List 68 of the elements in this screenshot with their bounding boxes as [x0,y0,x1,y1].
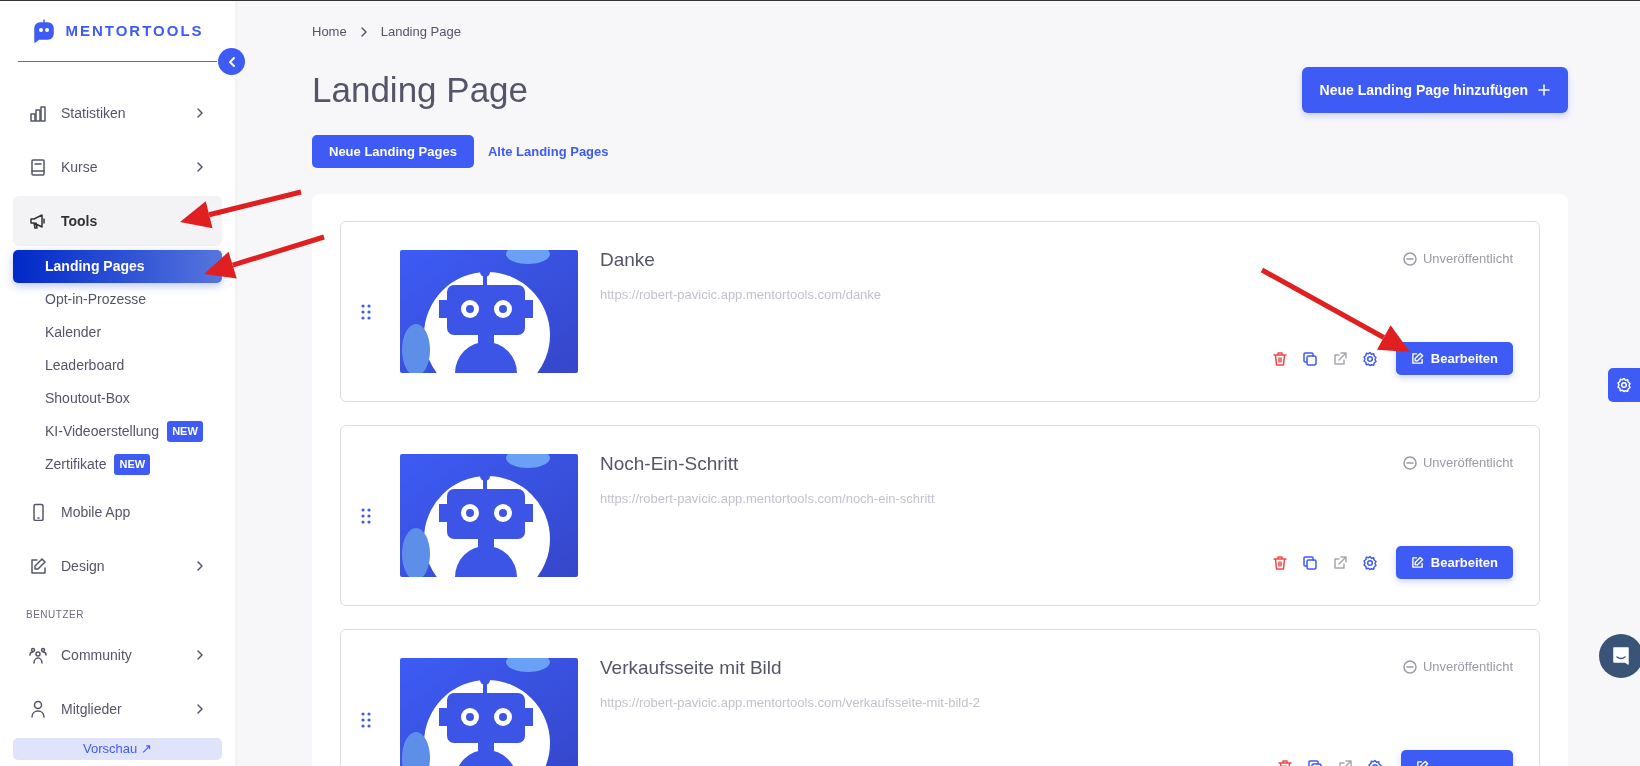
sidebar-subitem[interactable]: Landing Pages [13,250,222,283]
sidebar-item[interactable]: Statistiken [13,88,222,138]
settings-button[interactable] [1361,350,1378,367]
external-link-icon [1331,554,1348,571]
sidebar-subitem[interactable]: Shoutout-Box [13,382,222,415]
drag-handle-icon[interactable] [361,507,371,524]
status-label: Unveröffentlicht [1422,658,1513,676]
sidebar-subitem[interactable]: Kalender [13,316,222,349]
landing-page-url: https://robert-pavicic.app.mentortools.com/danke [600,285,883,304]
chevron-right-icon [358,26,369,38]
breadcrumb-item[interactable]: Home [312,22,347,42]
megaphone-icon [29,212,47,230]
sidebar-subitem[interactable]: Opt-in-Prozesse [13,283,222,316]
duplicate-button[interactable] [1301,554,1318,571]
add-landing-page-button[interactable]: Neue Landing Page hinzufügen [1301,67,1568,113]
status-label: Unveröffentlicht [1422,250,1513,268]
settings-icon [1616,377,1632,393]
sidebar-item[interactable]: Design [13,541,222,591]
edit-button[interactable]: Bearbeiten [1395,546,1513,579]
tab[interactable]: Neue Landing Pages [312,135,474,168]
brand-name: MENTORTOOLS [65,20,204,41]
user-icon [29,700,47,718]
landing-page-title: Danke [600,249,656,272]
bar-chart-icon [29,104,47,122]
page-title: Landing Page [312,69,529,111]
settings-icon [1361,350,1378,367]
landing-page-url: https://robert-pavicic.app.mentortools.com/verkaufsseite-mit-bild-2 [600,693,982,712]
sidebar-subitem[interactable]: Zertifikate NEW [13,448,222,481]
copy-icon [1301,554,1318,571]
preview-button[interactable]: Vorschau ↗ [13,738,222,760]
trash-icon [1271,554,1288,571]
settings-icon [1361,554,1378,571]
users-icon [29,646,47,664]
landing-page-title: Verkaufsseite mit Bild [600,657,783,680]
drag-handle-icon[interactable] [361,303,371,320]
drag-handle-icon[interactable] [361,711,371,728]
sidebar-item[interactable]: Tools [13,196,222,246]
collapse-sidebar-button[interactable] [218,48,245,75]
sidebar-item[interactable]: Community [13,630,222,680]
settings-tab-button[interactable] [1608,368,1640,402]
status-label: Unveröffentlicht [1422,454,1513,472]
copy-icon [1301,350,1318,367]
new-badge: NEW [167,421,203,442]
section-label: BENUTZER [25,608,85,622]
sidebar-subitem[interactable]: Leaderboard [13,349,222,382]
sidebar-item[interactable]: Kurse [13,142,222,192]
delete-button[interactable] [1271,350,1288,367]
plus-icon [1538,84,1550,96]
book-icon [29,158,47,176]
chat-button[interactable] [1599,634,1640,678]
landing-page-url: https://robert-pavicic.app.mentortools.com/noch-ein-schritt [600,489,936,508]
sidebar-item[interactable]: Mitglieder [13,684,222,734]
chat-icon [1611,646,1631,666]
minus-circle-icon [1402,659,1417,674]
sidebar-subitem[interactable]: KI-Videoerstellung NEW [13,415,222,448]
tab[interactable]: Alte Landing Pages [477,135,626,168]
delete-button[interactable] [1271,554,1288,571]
landing-page-title: Noch-Ein-Schritt [600,453,740,476]
breadcrumb-item: Landing Page [380,23,461,42]
minus-circle-icon [1402,455,1417,470]
minus-circle-icon [1402,251,1417,266]
settings-button[interactable] [1361,554,1378,571]
edit-button[interactable]: Bearbeiten [1395,342,1513,375]
duplicate-button[interactable] [1301,350,1318,367]
new-badge: NEW [114,454,151,475]
external-link-icon [1331,350,1348,367]
trash-icon [1271,350,1288,367]
sidebar-item[interactable]: Mobile App [13,487,222,537]
